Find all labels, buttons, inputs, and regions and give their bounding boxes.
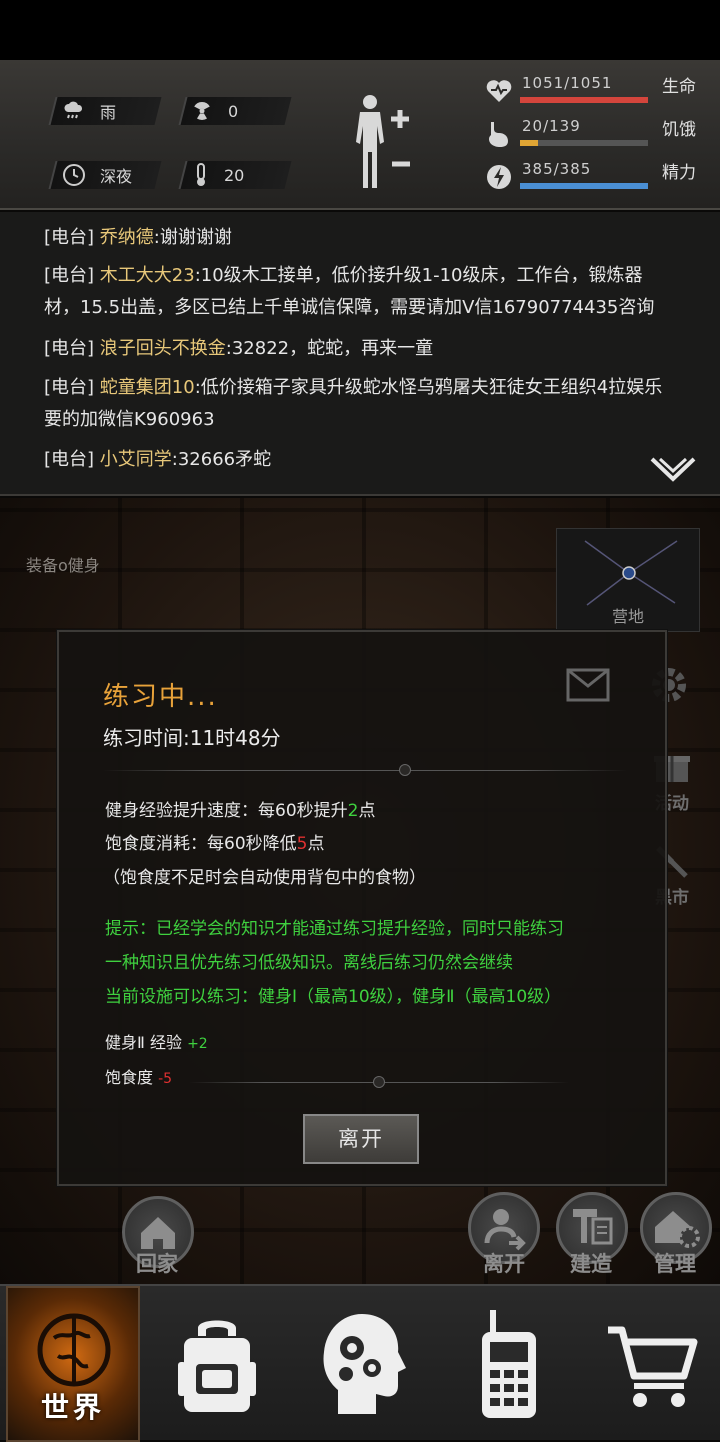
- energy-bar-fill: [520, 183, 648, 189]
- auto-eat-note: （饱食度不足时会自动使用背包中的食物）: [103, 868, 426, 888]
- health-stat: 1051/1051 生命: [480, 74, 710, 110]
- energy-stat: 385/385 精力: [480, 160, 710, 196]
- chat-message: [电台] 小艾同学:32666矛蛇: [44, 444, 674, 476]
- chat-channel: [电台]: [44, 227, 95, 248]
- health-value: 1051/1051: [522, 74, 613, 92]
- time-chip: 深夜: [62, 161, 132, 189]
- hunger-rate-unit: 点: [307, 834, 325, 854]
- hunger-loss-label: 饱食度: [105, 1068, 154, 1087]
- chat-channel: [电台]: [44, 377, 95, 398]
- chat-sender[interactable]: 乔纳德: [100, 227, 154, 248]
- skills-head-icon[interactable]: [318, 1308, 408, 1420]
- hunger-stat: 20/139 饥饿: [480, 117, 710, 153]
- stomach-icon: [489, 122, 508, 147]
- manage-label: 管理: [654, 1252, 696, 1276]
- time-of-day-value: 深夜: [100, 167, 133, 186]
- exp-rate-unit: 点: [358, 801, 376, 821]
- exp-gain-label: 健身Ⅱ 经验: [105, 1033, 182, 1052]
- temperature-value: 20: [224, 165, 245, 185]
- nav-world-tab[interactable]: 世界: [6, 1286, 140, 1442]
- chat-text: :谢谢谢谢: [153, 227, 232, 248]
- weather-value: 雨: [100, 103, 117, 122]
- hunger-loss-value: -5: [158, 1071, 173, 1087]
- temperature-chip: 20: [192, 161, 244, 189]
- mail-icon[interactable]: [566, 668, 610, 702]
- chat-text: :32666矛蛇: [171, 449, 272, 470]
- hunger-loss-row: 饱食度 -5: [105, 1064, 172, 1088]
- chat-sender[interactable]: 木工大大23: [100, 265, 195, 286]
- minimap-lines: [584, 540, 678, 606]
- clock-icon: [63, 164, 85, 186]
- equipment-label: 装备o健身: [26, 556, 100, 575]
- energy-bolt-icon: [487, 165, 511, 189]
- tip-line: 当前设施可以练习：健身Ⅰ（最高10级），健身Ⅱ（最高10级）: [105, 987, 562, 1007]
- leave-area-label: 离开: [483, 1252, 525, 1276]
- exp-rate-text: 健身经验提升速度：每60秒提升: [105, 801, 348, 821]
- health-label: 生命: [662, 77, 696, 97]
- build-label: 建造: [570, 1252, 612, 1276]
- radiation-chip: 0: [190, 97, 238, 125]
- exp-rate-value: 2: [347, 801, 359, 821]
- globe-icon: [37, 1313, 111, 1387]
- chat-channel: [电台]: [44, 449, 95, 470]
- leave-button[interactable]: 离开: [303, 1114, 419, 1164]
- hunger-rate-value: 5: [296, 834, 308, 854]
- hunger-label: 饥饿: [662, 120, 696, 140]
- tip-line: 提示：已经学会的知识才能通过练习提升经验，同时只能练习: [105, 919, 564, 939]
- chat-message: [电台] 蛇童集团10:低价接箱子家具升级蛇水怪乌鸦屠夫狂徒女王组织4拉娱乐 要…: [44, 372, 674, 436]
- rain-cloud-icon: [64, 101, 83, 119]
- shopping-cart-icon[interactable]: [604, 1322, 700, 1412]
- chat-channel: [电台]: [44, 265, 95, 286]
- hunger-bar-fill: [520, 140, 538, 146]
- minimap[interactable]: 营地: [556, 528, 700, 632]
- minimap-label: 营地: [611, 607, 644, 626]
- chat-message: [电台] 浪子回头不换金:32822，蛇蛇，再来一童: [44, 333, 674, 365]
- divider: [189, 1076, 569, 1088]
- hunger-rate-line: 饱食度消耗：每60秒降低5点: [105, 829, 324, 854]
- home-label: 回家: [136, 1252, 178, 1276]
- health-bar: [520, 97, 648, 103]
- chat-sender[interactable]: 蛇童集团10: [100, 377, 195, 398]
- tip-line: 一种知识且优先练习低级知识。离线后练习仍然会继续: [105, 953, 513, 973]
- nav-world-label: 世界: [40, 1391, 105, 1424]
- radiation-value: 0: [228, 101, 239, 121]
- exp-gain-value: +2: [187, 1036, 208, 1052]
- radiation-icon: [194, 102, 210, 121]
- chat-sender[interactable]: 浪子回头不换金: [100, 338, 226, 359]
- divider-ornament: [373, 1076, 385, 1088]
- divider-ornament: [399, 764, 411, 776]
- body-status-icon[interactable]: [348, 92, 418, 192]
- heart-icon: [486, 80, 512, 102]
- chat-message: [电台] 乔纳德:谢谢谢谢: [44, 222, 674, 254]
- energy-bar: [520, 183, 648, 189]
- training-dialog: 练习中... 练习时间:11时48分 健身经验提升速度：每60秒提升2点 饱食度…: [57, 630, 667, 1186]
- health-bar-fill: [520, 97, 648, 103]
- chat-channel: [电台]: [44, 338, 95, 359]
- exp-rate-line: 健身经验提升速度：每60秒提升2点: [105, 796, 375, 821]
- dialog-title: 练习中...: [103, 682, 218, 712]
- chat-sender[interactable]: 小艾同学: [100, 449, 172, 470]
- thermometer-icon: [197, 163, 205, 186]
- exp-gain-row: 健身Ⅱ 经验 +2: [105, 1029, 208, 1053]
- hunger-rate-text: 饱食度消耗：每60秒降低: [105, 834, 297, 854]
- hunger-bar: [520, 140, 648, 146]
- backpack-icon[interactable]: [172, 1310, 262, 1420]
- chat-message: [电台] 木工大大23:10级木工接单，低价接升级1-10级床，工作台，锻炼器材…: [44, 260, 674, 324]
- bottom-nav: 世界: [0, 1284, 720, 1442]
- divider: [103, 764, 627, 776]
- chat-text: :32822，蛇蛇，再来一童: [225, 338, 434, 359]
- weather-chip: 雨: [62, 97, 116, 125]
- energy-value: 385/385: [522, 160, 592, 178]
- energy-label: 精力: [662, 163, 696, 183]
- top-black-bar: [0, 0, 720, 60]
- radio-phone-icon[interactable]: [474, 1306, 544, 1422]
- training-time: 练习时间:11时48分: [103, 726, 281, 750]
- chat-expand-chevron-icon[interactable]: [650, 456, 696, 486]
- hunger-value: 20/139: [522, 117, 581, 135]
